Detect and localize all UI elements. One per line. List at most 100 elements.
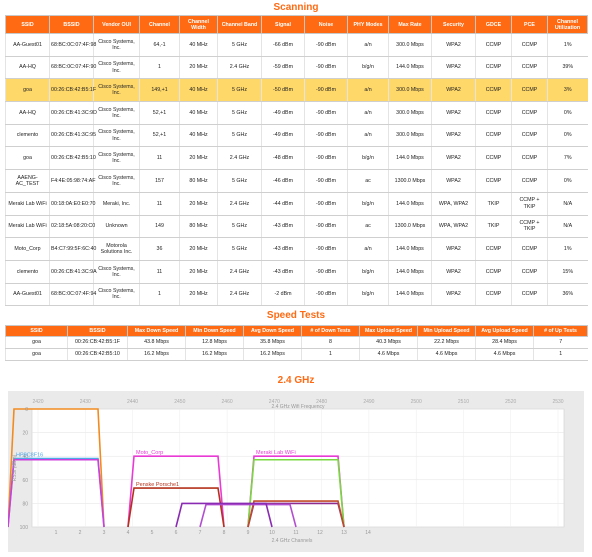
- cell-channel-band: 2.4 GHz: [217, 260, 262, 284]
- cell-ssid: AA-HQ: [5, 56, 50, 80]
- x-axis-label: 2.4 GHz Channels: [272, 538, 313, 544]
- cell-channel-width: 40 MHz: [179, 78, 218, 103]
- cell-bssid: 00:26:CB:41:3C:9D: [49, 101, 97, 125]
- cell-max-down-speed: 43.8 Mbps: [127, 336, 186, 349]
- series-label: HP8C8F16: [16, 453, 43, 459]
- top-tick-label: 2510: [458, 399, 469, 405]
- cell-vendor-oui: Cisco Systems, Inc.: [93, 146, 140, 171]
- table-row[interactable]: AA-HQ 68:BC:0C:07:4F:90 Cisco Systems, Inc…: [5, 56, 588, 80]
- cell-ssid: goa: [5, 146, 50, 171]
- cell-ssid: AA-Guest01: [5, 33, 50, 57]
- col-header-vendor-oui: Vendor OUI: [93, 15, 140, 34]
- cell-signal: -43 dBm: [261, 260, 305, 284]
- cell-ssid: Meraki Lab WiFi: [5, 192, 50, 216]
- table-row[interactable]: goa 00:26:CB:42:B5:1F Cisco Systems, Inc. 1…: [5, 78, 588, 103]
- cell-max-rate: 300.0 Mbps: [388, 33, 432, 57]
- cell-gdce: CCMP: [475, 33, 512, 57]
- cell-noise: -90 dBm: [304, 101, 348, 125]
- cell-vendor-oui: Cisco Systems, Inc.: [93, 78, 140, 103]
- cell-min-down-speed: 12.8 Mbps: [185, 336, 244, 349]
- cell-pce: CCMP: [511, 78, 548, 103]
- cell-bssid: 68:BC:0C:07:4F:90: [49, 56, 96, 80]
- cell-noise: -90 dBm: [304, 237, 348, 261]
- col-header-ssid: SSID: [5, 325, 68, 337]
- cell-ssid: goa: [5, 336, 68, 349]
- cell-channel-band: 2.4 GHz: [217, 283, 262, 307]
- cell-max-rate: 144.0 Mbps: [388, 146, 432, 171]
- table-row[interactable]: AA-Guest01 68:BC:0C:07:4F:98 Cisco Systems…: [5, 33, 588, 57]
- cell-channel-band: 5 GHz: [217, 33, 262, 57]
- table-row[interactable]: Meraki Lab WiFi 00:18:0A:E0:E0:70 Meraki, …: [5, 192, 588, 216]
- cell-vendor-oui: Meraki, Inc.: [93, 192, 140, 216]
- cell-security: WPA, WPA2: [431, 192, 476, 216]
- cell-pce: CCMP: [511, 101, 548, 125]
- cell-max-down-speed: 16.2 Mbps: [127, 348, 186, 361]
- col-header-bssid: BSSID: [49, 15, 94, 34]
- cell-channel: 157: [139, 169, 180, 193]
- table-row[interactable]: Meraki Lab WiFi 02:18:5A:08:20:C0 Unknown 1…: [5, 215, 588, 239]
- cell-signal: -49 dBm: [261, 124, 305, 148]
- cell-security: WPA2: [431, 124, 476, 148]
- cell-channel-width: 20 MHz: [179, 192, 218, 216]
- plot-area: [31, 408, 565, 528]
- cell-signal: -66 dBm: [261, 33, 305, 57]
- cell-gdce: CCMP: [475, 78, 512, 103]
- cell-channel-band: 2.4 GHz: [217, 146, 262, 171]
- cell-max-rate: 144.0 Mbps: [388, 192, 432, 216]
- cell-channel: 52,+1: [139, 124, 180, 148]
- cell-gdce: TKIP: [475, 192, 512, 216]
- table-row[interactable]: AA-Guest01 68:BC:0C:07:4F:94 Cisco Systems…: [5, 283, 588, 307]
- col-header-noise: Noise: [304, 15, 348, 34]
- cell-vendor-oui: Cisco Systems, Inc.: [93, 283, 140, 307]
- cell-phy-modes: b/g/n: [347, 260, 389, 284]
- cell-ssid: AA-HQ: [5, 101, 50, 125]
- col-header-max-rate: Max Rate: [388, 15, 432, 34]
- x-tick-label: 13: [341, 530, 347, 536]
- y-tick-label: 0: [25, 407, 28, 413]
- series-label: Meraki Lab WiFi: [256, 450, 296, 456]
- cell-vendor-oui: Cisco Systems, Inc.: [93, 33, 140, 57]
- cell-ssid: goa: [5, 348, 68, 361]
- cell-noise: -90 dBm: [304, 78, 348, 103]
- cell-ssid: clemento: [5, 260, 50, 284]
- cell-phy-modes: a/n: [347, 33, 389, 57]
- cell-channel-width: 40 MHz: [179, 33, 218, 57]
- cell-signal: -49 dBm: [261, 101, 305, 125]
- cell-security: WPA2: [431, 101, 476, 125]
- cell-phy-modes: ac: [347, 169, 389, 193]
- col-header-min-down-speed: Min Down Speed: [185, 325, 244, 337]
- cell-pce: CCMP + TKIP: [511, 215, 548, 239]
- table-row[interactable]: AAENG-AC_TEST F4:4E:05:98:74:AF Cisco Syst…: [5, 169, 588, 193]
- col-header-channel-width: Channel Width: [179, 15, 218, 34]
- cell-channel-band: 2.4 GHz: [217, 56, 262, 80]
- cell-avg-upload-speed: 4.6 Mbps: [475, 348, 534, 361]
- table-row[interactable]: clemento 00:26:CB:41:3C:95 Cisco Systems, …: [5, 124, 588, 148]
- cell-phy-modes: a/n: [347, 237, 389, 261]
- col-header-signal: Signal: [261, 15, 305, 34]
- cell-bssid: 68:BC:0C:07:4F:98: [49, 33, 96, 57]
- cell-ssid: AA-Guest01: [5, 283, 50, 307]
- cell-pce: CCMP: [511, 283, 548, 307]
- table-row[interactable]: Moto_Corp B4:C7:99:5F:6C:40 Motorola Solut…: [5, 237, 588, 261]
- cell-channel-utilization: 0%: [547, 124, 588, 148]
- top-tick-label: 2430: [80, 399, 91, 405]
- cell-max-rate: 300.0 Mbps: [388, 124, 432, 148]
- col-header-of-up-tests: # of Up Tests: [533, 325, 588, 337]
- cell-channel: 64,-1: [139, 33, 180, 57]
- table-row[interactable]: goa 00:26:CB:42:B5:10 Cisco Systems, Inc. 1…: [5, 146, 588, 171]
- cell-channel-utilization: 39%: [547, 56, 588, 80]
- table-row[interactable]: clemento 00:26:CB:41:3C:9A Cisco Systems, …: [5, 260, 588, 284]
- cell-noise: -90 dBm: [304, 146, 348, 171]
- table-row[interactable]: AA-HQ 00:26:CB:41:3C:9D Cisco Systems, Inc…: [5, 101, 588, 125]
- col-header-avg-upload-speed: Avg Upload Speed: [475, 325, 534, 337]
- scanning-title: Scanning: [273, 2, 319, 13]
- table-row[interactable]: goa 00:26:CB:42:B5:1F 43.8 Mbps 12.8 Mbps 35…: [5, 336, 588, 349]
- cell-avg-down-speed: 35.8 Mbps: [243, 336, 302, 349]
- top-tick-label: 2530: [552, 399, 563, 405]
- cell-security: WPA2: [431, 78, 476, 103]
- table-row[interactable]: goa 00:26:CB:42:B5:10 16.2 Mbps 16.2 Mbps 16…: [5, 348, 588, 361]
- ghz-chart: 0204060801002420 2430 2440 2450 2460 2470 2480…: [7, 399, 565, 544]
- cell-channel-utilization: 15%: [547, 260, 588, 284]
- col-header-avg-down-speed: Avg Down Speed: [243, 325, 302, 337]
- cell-channel-band: 5 GHz: [217, 101, 262, 125]
